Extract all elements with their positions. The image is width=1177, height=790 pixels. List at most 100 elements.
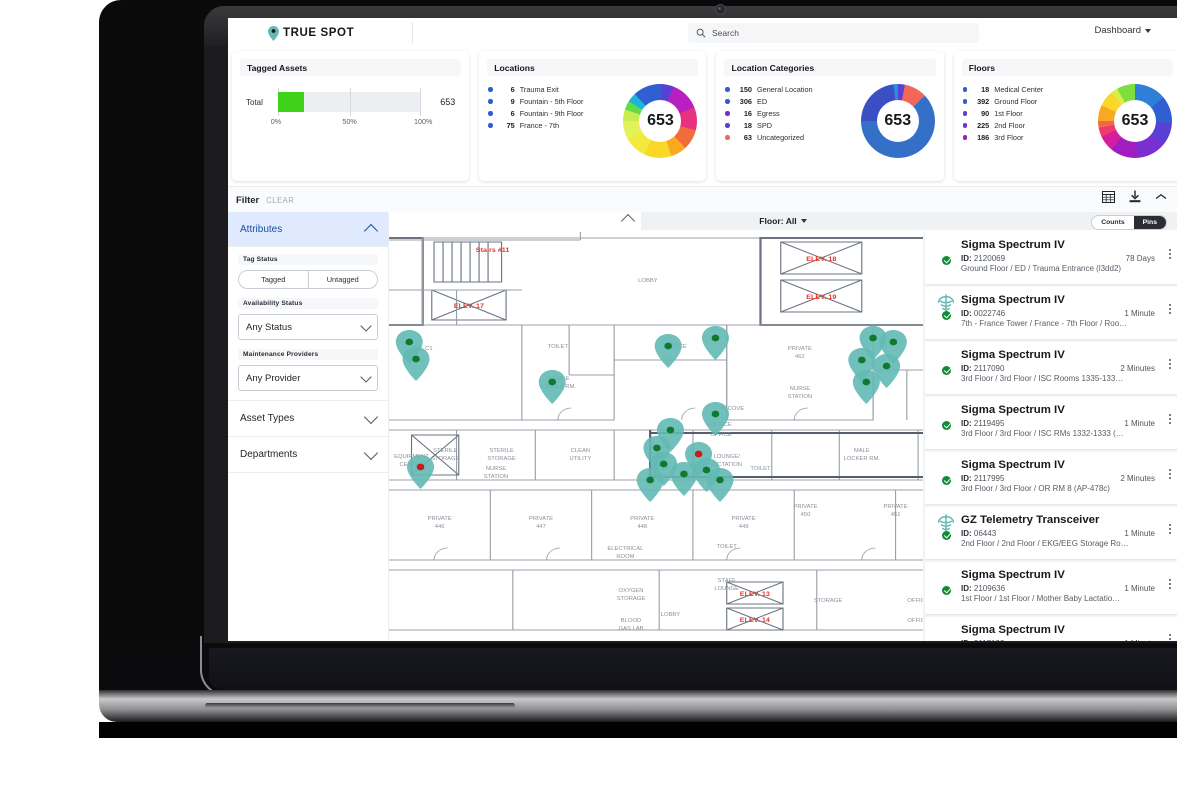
legend-label: Fountain - 5th Floor [519,97,584,106]
map-pin-icon [268,25,279,41]
asset-meta: ID: 2119495 1 Minute [961,419,1169,428]
tag-status-label: Tag Status [238,254,378,265]
asset-list-item[interactable]: GZ Telemetry Transceiver ID: 06443 1 Minut… [925,507,1177,559]
sidebar-section-asset-types[interactable]: Asset Types [228,401,388,437]
legend-count: 63 [743,133,752,142]
legend-row: 18 Medical Center [962,84,1098,95]
kebab-menu-icon[interactable] [1169,579,1171,589]
laptop-latch-notch [205,703,515,708]
view-mode-toggle[interactable]: Counts Pins [1091,215,1167,230]
filter-clear-button[interactable]: CLEAR [266,196,294,205]
floor-selector[interactable]: Floor: All [759,216,807,226]
legend-row: 63 Uncategorized [725,132,860,143]
asset-list[interactable]: Sigma Spectrum IV ID: 2120069 78 Days Groun… [923,232,1177,641]
caret-down-icon [1145,28,1151,33]
asset-list-item[interactable]: Sigma Spectrum IV ID: 2117995 2 Minutes 3rd… [925,452,1177,504]
asset-location-path: 3rd Floor / 3rd Floor / ISC RMs 1332-133… [961,429,1124,438]
asset-id: ID: 2119495 [961,419,1005,428]
legend-label: 3rd Floor [994,133,1024,142]
asset-list-item[interactable]: Sigma Spectrum IV ID: 2119495 1 Minute 3rd … [925,397,1177,449]
tag-status-option-tagged[interactable]: Tagged [239,271,308,288]
brand-logo[interactable]: TRUE SPOT [228,25,388,41]
table-grid-icon[interactable] [1102,190,1115,203]
chevron-down-icon [363,445,379,461]
card-floors: Floors 18 Medical Center 392 Ground Floor 90… [953,51,1177,181]
legend-row: 225 2nd Floor [962,120,1098,131]
svg-text:TOILET: TOILET [750,466,771,472]
sidebar-section-departments[interactable]: Departments [228,437,388,473]
svg-text:TOILET: TOILET [548,344,569,350]
legend-count: 90 [981,109,990,118]
legend-label: 2nd Floor [994,121,1026,130]
asset-list-item[interactable]: Sigma Spectrum IV ID: 0022746 1 Minute 7th … [925,287,1177,339]
svg-text:ELEV. 14: ELEV. 14 [740,617,770,624]
check-circle-icon [942,476,951,485]
svg-text:448: 448 [637,524,647,530]
svg-text:450: 450 [801,512,811,518]
card-header: Floors [961,59,1174,76]
asset-id: ID: 2109636 [961,584,1006,593]
asset-list-item[interactable]: Sigma Spectrum IV ID: 2120069 78 Days Groun… [925,232,1177,284]
asset-name: Sigma Spectrum IV [961,294,1065,306]
legend-label: France - 7th [519,121,560,130]
asset-list-item[interactable]: Sigma Spectrum IV ID: 2109636 1 Minute 1st … [925,562,1177,614]
svg-text:NURSE: NURSE [790,386,811,392]
tag-status-segmented-control[interactable]: Tagged Untagged [238,270,378,289]
legend-count: 392 [977,97,990,106]
asset-last-seen: 2 Minutes [1120,364,1155,373]
sidebar-section-attributes[interactable]: Attributes [228,212,388,247]
svg-text:PRIVATE: PRIVATE [788,346,812,352]
svg-text:LOUNGE: LOUNGE [714,586,739,592]
bar-row-label: Total [246,97,263,107]
filter-bar: Filter CLEAR [228,186,1177,214]
legend-color-dot [725,99,730,104]
view-mode-counts[interactable]: Counts [1092,216,1133,229]
kebab-menu-icon[interactable] [1169,469,1171,479]
svg-text:TOILET: TOILET [717,544,738,550]
svg-text:OXYGEN: OXYGEN [619,588,644,594]
tag-status-option-untagged[interactable]: Untagged [307,271,378,288]
legend-color-dot [488,123,493,128]
dashboard-menu-button[interactable]: Dashboard [1095,25,1151,36]
kebab-menu-icon[interactable] [1169,634,1171,641]
legend-row: 6 Trauma Exit [488,84,623,95]
legend-count: 6 [510,85,515,94]
legend-row: 9 Fountain - 5th Floor [488,96,623,107]
card-header: Tagged Assets [240,59,462,76]
legend-color-dot [962,123,968,128]
kebab-menu-icon[interactable] [1169,524,1171,534]
legend-count: 16 [743,109,752,118]
asset-name: Sigma Spectrum IV [961,569,1065,581]
asset-list-item[interactable]: Sigma Spectrum IV ID: 2117090 2 Minutes 3rd… [925,342,1177,394]
download-icon[interactable] [1129,190,1141,203]
svg-text:LOUNGE/: LOUNGE/ [714,454,741,460]
svg-text:UTILITY: UTILITY [570,456,592,462]
kebab-menu-icon[interactable] [1169,414,1171,424]
svg-text:Stairs #11: Stairs #11 [476,247,510,254]
kebab-menu-icon[interactable] [1169,359,1171,369]
legend-label: SPD [756,121,772,130]
chevron-up-icon[interactable] [620,213,636,229]
floors-donut-chart: 653 [1098,84,1173,158]
search-input[interactable]: Search [688,23,979,43]
asset-list-item[interactable]: Sigma Spectrum IVID: 21171331 Minute3rd … [925,617,1177,641]
asset-last-seen: 1 Minute [1124,584,1155,593]
svg-text:NURSE: NURSE [486,466,507,472]
topbar-divider [412,22,413,44]
kebab-menu-icon[interactable] [1169,304,1171,314]
view-mode-pins[interactable]: Pins [1133,216,1166,229]
legend-label: Medical Center [994,85,1044,94]
legend-row: 6 Fountain - 9th Floor [488,108,623,119]
legend-label: Trauma Exit [519,85,559,94]
check-circle-icon [942,421,951,430]
kebab-menu-icon[interactable] [1169,249,1171,259]
card-title: Tagged Assets [247,62,308,73]
svg-text:ELEV. 19: ELEV. 19 [806,294,836,301]
maintenance-providers-select[interactable]: Any Provider [238,365,378,391]
floors-legend: 18 Medical Center 392 Ground Floor 90 1st Flo… [962,82,1098,158]
asset-name: Sigma Spectrum IV [961,239,1065,251]
chevron-up-icon[interactable] [1155,193,1167,201]
asset-id: ID: 2117995 [961,474,1005,483]
check-circle-icon [942,531,951,540]
availability-status-select[interactable]: Any Status [238,314,378,340]
